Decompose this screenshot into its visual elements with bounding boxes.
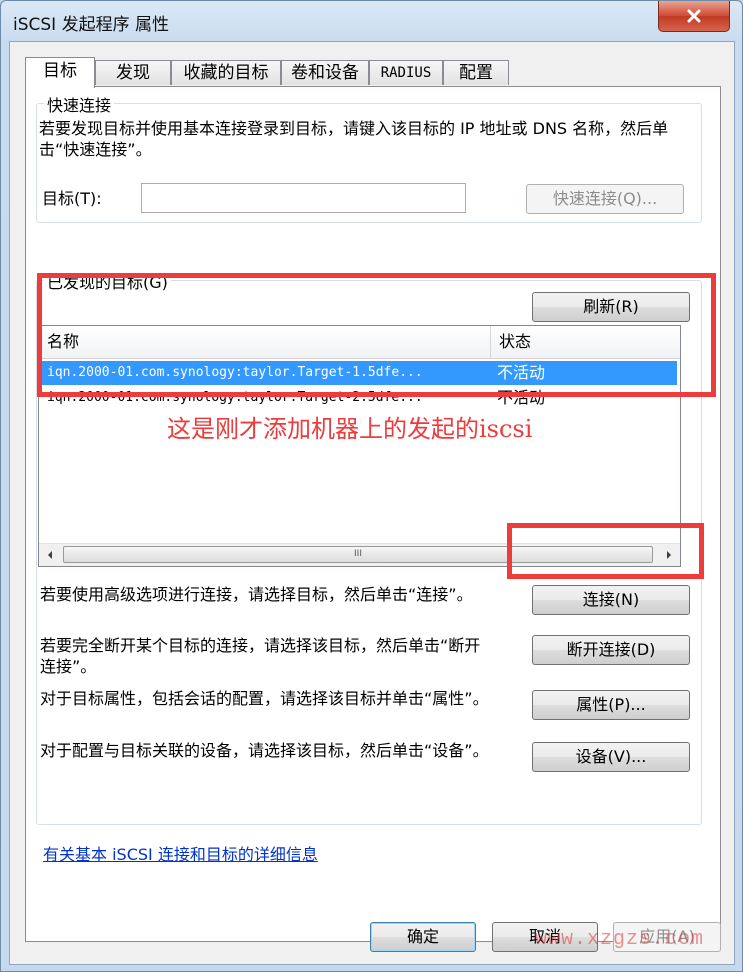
connect-description: 若要使用高级选项进行连接，请选择目标，然后单击“连接”。 xyxy=(40,585,473,604)
watermark: www.xzgzs.com xyxy=(535,928,705,951)
annotation-caption: 这是刚才添加机器上的发起的iscsi xyxy=(167,415,533,443)
tab-configuration[interactable]: 配置 xyxy=(443,60,509,85)
quick-connect-description: 若要发现目标并使用基本连接登录到目标，请键入该目标的 IP 地址或 DNS 名称… xyxy=(39,119,669,159)
tab-discovery[interactable]: 发现 xyxy=(95,60,171,85)
annotation-highlight-list xyxy=(37,273,716,397)
annotation-highlight-connect xyxy=(507,523,704,579)
dialog-client-area: 目标 发现 收藏的目标 卷和设备 RADIUS 配置 快速连接 若要发现目标并使… xyxy=(9,41,735,965)
devices-button[interactable]: 设备(V)... xyxy=(532,742,690,772)
properties-description: 对于目标属性，包括会话的配置，请选择该目标并单击“属性”。 xyxy=(40,689,489,708)
disconnect-description: 若要完全断开某个目标的连接，请选择该目标，然后单击“断开连接”。 xyxy=(40,636,481,676)
tab-targets[interactable]: 目标 xyxy=(25,57,95,88)
target-label: 目标(T): xyxy=(42,189,102,208)
quick-connect-title: 快速连接 xyxy=(44,92,115,116)
connect-button[interactable]: 连接(N) xyxy=(532,585,690,615)
arrow-left-icon xyxy=(48,551,52,559)
title-bar[interactable]: iSCSI 发起程序 属性 xyxy=(1,1,742,41)
disconnect-button[interactable]: 断开连接(D) xyxy=(532,635,690,665)
close-icon xyxy=(687,9,701,23)
quick-connect-button[interactable]: 快速连接(Q)... xyxy=(526,184,684,214)
scroll-left-arrow[interactable] xyxy=(39,544,61,566)
properties-window: iSCSI 发起程序 属性 目标 发现 收藏的目标 卷和设备 RADIUS 配置… xyxy=(0,0,743,972)
tab-volumes-devices[interactable]: 卷和设备 xyxy=(281,60,369,85)
tab-radius[interactable]: RADIUS xyxy=(369,60,443,85)
devices-description: 对于配置与目标关联的设备，请选择该目标，然后单击“设备”。 xyxy=(40,741,489,760)
window-title: iSCSI 发起程序 属性 xyxy=(13,15,169,35)
targets-tab-panel: 快速连接 若要发现目标并使用基本连接登录到目标，请键入该目标的 IP 地址或 D… xyxy=(25,86,721,942)
target-input[interactable] xyxy=(141,183,466,213)
close-button[interactable] xyxy=(658,1,730,32)
details-info-link[interactable]: 有关基本 iSCSI 连接和目标的详细信息 xyxy=(43,841,318,865)
tab-favorite-targets[interactable]: 收藏的目标 xyxy=(171,60,281,85)
properties-button[interactable]: 属性(P)... xyxy=(532,690,690,720)
quick-connect-group: 快速连接 若要发现目标并使用基本连接登录到目标，请键入该目标的 IP 地址或 D… xyxy=(36,92,702,223)
ok-button[interactable]: 确定 xyxy=(370,922,476,952)
